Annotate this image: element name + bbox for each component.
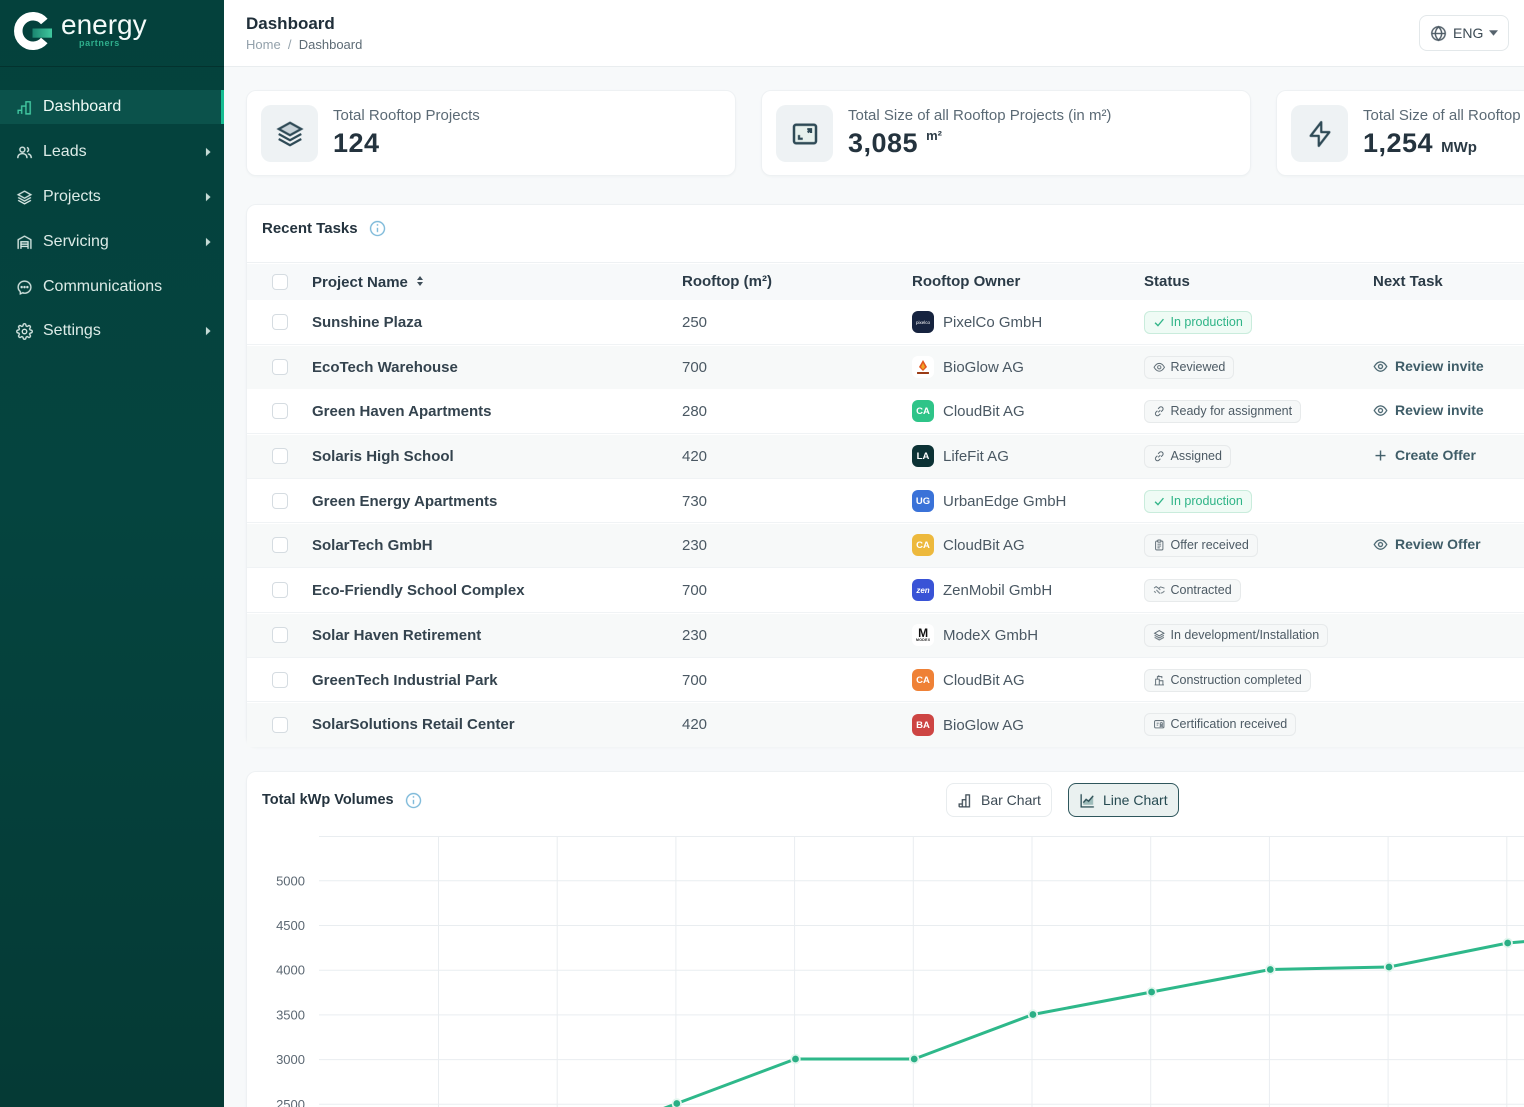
svg-text:3000: 3000 — [276, 1052, 305, 1067]
svg-text:5000: 5000 — [276, 873, 305, 888]
svg-text:4000: 4000 — [276, 963, 305, 978]
svg-text:4500: 4500 — [276, 918, 305, 933]
svg-text:2500: 2500 — [276, 1097, 305, 1107]
svg-text:3500: 3500 — [276, 1007, 305, 1022]
